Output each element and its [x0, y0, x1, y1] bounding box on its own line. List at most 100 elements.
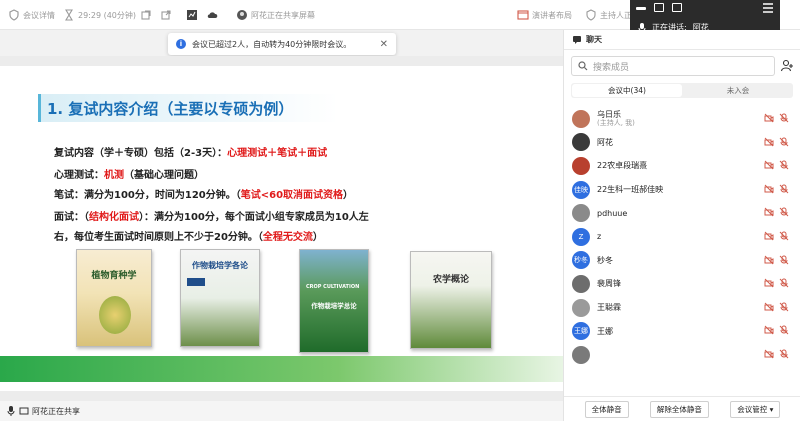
member-row[interactable]: 王聪霖	[564, 296, 800, 320]
member-row[interactable]: 裴周锋	[564, 272, 800, 296]
member-row[interactable]: 22农卓段瑞熹	[564, 154, 800, 178]
search-placeholder: 搜索成员	[593, 62, 630, 73]
member-row[interactable]: 阿花	[564, 131, 800, 155]
mic-off-icon[interactable]	[779, 302, 789, 312]
member-status-icons	[764, 137, 789, 147]
annotate-button[interactable]	[186, 8, 201, 22]
avatar: 佳映	[572, 180, 590, 199]
mic-off-icon[interactable]	[779, 184, 789, 194]
member-search-input[interactable]: 搜索成员	[571, 56, 775, 76]
hourglass-icon	[65, 9, 73, 21]
line3-highlight: 笔试<60取消面试资格	[240, 190, 344, 201]
meeting-details-button[interactable]: 会议详情	[8, 8, 55, 22]
video-off-icon[interactable]	[764, 160, 774, 170]
mic-off-icon[interactable]	[779, 137, 789, 147]
member-name-block: 阿花	[597, 138, 613, 147]
video-off-icon[interactable]	[764, 325, 774, 335]
tab-in-meeting[interactable]: 会议中(34)	[572, 84, 682, 97]
close-icon[interactable]: ✕	[380, 39, 388, 50]
video-off-icon[interactable]	[764, 207, 774, 217]
member-row[interactable]	[564, 343, 800, 367]
external-link-button[interactable]	[160, 8, 175, 22]
tab-chat[interactable]: 聊天	[586, 34, 602, 45]
video-off-icon[interactable]	[764, 349, 774, 359]
decorative-green-bar	[0, 356, 563, 382]
minimize-icon[interactable]	[636, 7, 646, 10]
slide-title-bar: 1. 复试内容介绍（主要以专硕为例）	[38, 94, 338, 122]
video-off-icon[interactable]	[764, 302, 774, 312]
unmute-all-button[interactable]: 解除全体静音	[649, 400, 709, 418]
member-name: 秒冬	[597, 255, 613, 265]
mic-off-icon[interactable]	[779, 231, 789, 241]
meeting-controls-button[interactable]: 会议管控 ▾	[730, 400, 781, 418]
member-name-block: z	[597, 232, 601, 241]
speaker-layout-label: 演讲者布局	[532, 10, 572, 20]
line5-highlight: 全程无交流	[262, 232, 313, 243]
cloud-record-button[interactable]	[206, 8, 221, 22]
layout-icon	[517, 10, 529, 20]
sharing-indicator: 阿花正在共享屏幕	[236, 8, 315, 22]
video-off-icon[interactable]	[764, 231, 774, 241]
line4-highlight: 结构化面试	[89, 212, 139, 223]
member-row[interactable]: 王娜 王娜	[564, 319, 800, 343]
avatar	[572, 298, 590, 317]
grid-icon[interactable]	[672, 3, 682, 12]
member-row[interactable]: 佳映 22生科一班郝佳映	[564, 178, 800, 202]
member-name: z	[597, 232, 602, 242]
member-name: 裴周锋	[597, 279, 621, 289]
member-row[interactable]: Zz	[564, 225, 800, 249]
member-name: 22生科一班郝佳映	[597, 185, 664, 195]
meeting-controls-label: 会议管控	[737, 404, 768, 414]
book-cover-3: CROP CULTIVATION 作物栽培学总论	[299, 249, 369, 353]
member-row[interactable]: pdhuue	[564, 201, 800, 225]
mic-off-icon[interactable]	[779, 325, 789, 335]
avatar: 秒冬	[572, 251, 590, 270]
member-status-icons	[764, 302, 789, 312]
member-name-block: pdhuue	[597, 209, 627, 218]
book-cover-1: 植物育种学	[76, 249, 152, 347]
mic-off-icon[interactable]	[779, 160, 789, 170]
line1-highlight: 心理测试＋笔试＋面试	[227, 148, 328, 159]
mic-off-icon[interactable]	[779, 113, 789, 123]
member-name-block: 裴周锋	[597, 279, 621, 288]
video-off-icon[interactable]	[764, 278, 774, 288]
member-name: 乌日乐	[597, 109, 621, 119]
video-off-icon[interactable]	[764, 113, 774, 123]
member-status-icons	[764, 325, 789, 335]
member-status-icons	[764, 349, 789, 359]
speaker-layout-button[interactable]: 演讲者布局	[517, 8, 572, 22]
mic-off-icon[interactable]	[779, 349, 789, 359]
tab-not-joined[interactable]: 未入会	[683, 83, 793, 98]
mic-off-icon[interactable]	[779, 278, 789, 288]
copy-link-button[interactable]	[140, 8, 155, 22]
duration-label: 29:29 (40分钟)	[78, 10, 137, 20]
host-audio-button[interactable]: 主持人正	[585, 8, 632, 22]
avatar	[572, 204, 590, 223]
host-audio-label: 主持人正	[600, 10, 632, 20]
member-row[interactable]: 乌日乐 (主持人, 我)	[564, 107, 800, 131]
info-icon: i	[176, 39, 186, 49]
video-off-icon[interactable]	[764, 137, 774, 147]
add-user-icon[interactable]	[780, 59, 794, 73]
book-title-1: 植物育种学	[91, 271, 137, 281]
line3-text: 笔试：满分为100分，时间为120分钟。（	[54, 190, 241, 201]
mute-all-button[interactable]: 全体静音	[584, 400, 629, 418]
microphone-icon	[7, 406, 15, 416]
video-off-icon[interactable]	[764, 255, 774, 265]
presentation-slide: 1. 复试内容介绍（主要以专硕为例） 复试内容（学＋专硕）包括（2-3天）：心理…	[0, 66, 563, 391]
avatar	[572, 109, 590, 128]
member-name-block: 乌日乐 (主持人, 我)	[597, 110, 635, 128]
member-status-icons	[764, 113, 789, 123]
member-name-block: 22生科一班郝佳映	[597, 185, 663, 194]
member-row[interactable]: 秒冬 秒冬	[564, 249, 800, 273]
book-title-4: 农学概论	[432, 275, 469, 285]
mic-off-icon[interactable]	[779, 255, 789, 265]
menu-icon[interactable]	[762, 3, 774, 13]
book-title-2: 作物栽培学各论	[192, 260, 248, 270]
window-icon[interactable]	[654, 3, 664, 12]
cloud-icon	[207, 12, 218, 18]
member-status-icons	[764, 278, 789, 288]
video-off-icon[interactable]	[764, 184, 774, 194]
member-name-block: 22农卓段瑞熹	[597, 161, 647, 170]
mic-off-icon[interactable]	[779, 207, 789, 217]
